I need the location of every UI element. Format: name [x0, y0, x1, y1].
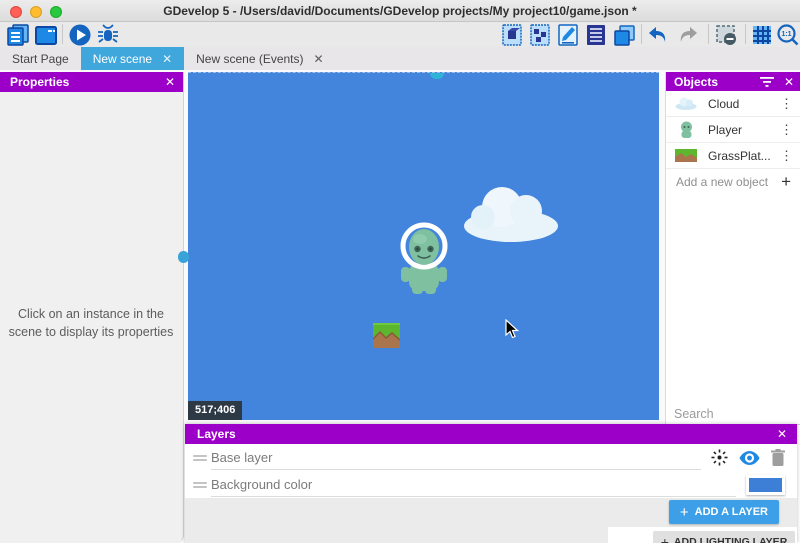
- add-layer-label: ADD A LAYER: [695, 506, 768, 518]
- plus-icon: +: [680, 504, 689, 521]
- layers-panel: Layers ✕ Base layer: [185, 424, 797, 543]
- instances-list-icon[interactable]: [584, 23, 608, 47]
- zoom-1-1-icon[interactable]: 1:1: [776, 23, 800, 47]
- tab-new-scene[interactable]: New scene ✕: [81, 47, 184, 70]
- layer-visibility-eye-icon[interactable]: [739, 450, 760, 466]
- svg-text:1:1: 1:1: [781, 31, 791, 38]
- lighting-layer-band: + ADD LIGHTING LAYER: [608, 527, 797, 543]
- redo-icon[interactable]: [676, 23, 700, 47]
- tab-close-icon[interactable]: ✕: [314, 52, 324, 66]
- layers-editor-icon[interactable]: [612, 23, 636, 47]
- object-groups-editor-icon[interactable]: [528, 23, 552, 47]
- minimize-window-button[interactable]: [30, 6, 42, 18]
- object-row-player[interactable]: Player ⋮: [666, 117, 800, 143]
- add-layer-button[interactable]: + ADD A LAYER: [669, 500, 779, 524]
- grid-icon[interactable]: [750, 23, 774, 47]
- toolbar-divider: [62, 24, 63, 44]
- filter-icon[interactable]: [760, 76, 774, 88]
- layer-row-background-color[interactable]: Background color: [185, 471, 797, 498]
- layer-row-base[interactable]: Base layer: [185, 444, 797, 471]
- object-menu-icon[interactable]: ⋮: [773, 96, 800, 112]
- add-lighting-layer-button[interactable]: + ADD LIGHTING LAYER: [653, 531, 795, 543]
- tab-new-scene-events[interactable]: New scene (Events) ✕: [184, 47, 335, 70]
- window-title: GDevelop 5 - /Users/david/Documents/GDev…: [0, 4, 800, 18]
- object-name: Player: [708, 123, 773, 137]
- background-color-swatch[interactable]: [746, 475, 785, 495]
- tab-start-page[interactable]: Start Page: [0, 47, 81, 70]
- plus-icon: +: [661, 534, 669, 543]
- layer-delete-trash-icon[interactable]: [771, 449, 785, 466]
- properties-panel-title: Properties: [10, 75, 69, 89]
- properties-panel: Properties ✕ Click on an instance in the…: [0, 72, 184, 543]
- main-toolbar: 1:1: [0, 22, 800, 47]
- objects-search-input[interactable]: [666, 407, 800, 421]
- project-manager-icon[interactable]: [6, 23, 30, 47]
- debugger-bug-icon[interactable]: [96, 23, 120, 47]
- tab-close-icon[interactable]: ✕: [162, 52, 172, 66]
- add-object-label: Add a new object: [676, 175, 772, 189]
- tab-label: New scene: [93, 52, 152, 66]
- objects-search-row: [666, 404, 800, 425]
- close-icon[interactable]: ✕: [784, 75, 794, 89]
- layer-effects-icon[interactable]: [711, 449, 728, 466]
- cloud-instance[interactable]: [462, 183, 560, 243]
- title-bar: GDevelop 5 - /Users/david/Documents/GDev…: [0, 0, 800, 22]
- drag-handle-icon[interactable]: [193, 453, 207, 463]
- close-window-button[interactable]: [10, 6, 22, 18]
- properties-empty-message: Click on an instance in the scene to dis…: [4, 305, 178, 341]
- drag-handle-icon[interactable]: [193, 480, 207, 490]
- layer-name-field[interactable]: Background color: [211, 473, 736, 497]
- add-new-object-button[interactable]: Add a new object +: [666, 169, 800, 195]
- cursor-coordinates-badge: 517;406: [188, 401, 242, 420]
- objects-panel-title: Objects: [674, 75, 718, 89]
- close-icon[interactable]: ✕: [777, 427, 787, 441]
- object-row-cloud[interactable]: Cloud ⋮: [666, 91, 800, 117]
- traffic-lights: [10, 6, 62, 18]
- toolbar-divider: [641, 24, 642, 44]
- fullscreen-window-button[interactable]: [50, 6, 62, 18]
- object-row-grassplatform[interactable]: GrassPlat... ⋮: [666, 143, 800, 169]
- tab-bar: Start Page New scene ✕ New scene (Events…: [0, 47, 800, 70]
- object-menu-icon[interactable]: ⋮: [773, 148, 800, 164]
- objects-editor-icon[interactable]: [500, 23, 524, 47]
- cloud-thumbnail-icon: [674, 97, 698, 110]
- undo-icon[interactable]: [646, 23, 670, 47]
- grass-platform-instance[interactable]: [373, 323, 400, 348]
- grass-platform-thumbnail-icon: [674, 149, 698, 162]
- player-instance[interactable]: [398, 219, 450, 299]
- play-preview-icon[interactable]: [68, 23, 92, 47]
- object-menu-icon[interactable]: ⋮: [773, 122, 800, 138]
- layers-panel-title: Layers: [197, 427, 236, 441]
- object-name: Cloud: [708, 97, 773, 111]
- add-lighting-layer-label: ADD LIGHTING LAYER: [674, 536, 787, 543]
- tab-label: New scene (Events): [196, 52, 303, 66]
- close-icon[interactable]: ✕: [165, 75, 175, 89]
- plus-icon: +: [772, 172, 800, 192]
- object-name: GrassPlat...: [708, 149, 773, 163]
- preview-window-icon[interactable]: [34, 23, 58, 47]
- toolbar-divider: [745, 24, 746, 44]
- panel-resize-handle[interactable]: [178, 251, 189, 263]
- tab-label: Start Page: [12, 52, 69, 66]
- canvas-scroll-grip[interactable]: [430, 73, 444, 79]
- player-thumbnail-icon: [674, 121, 698, 139]
- scene-canvas[interactable]: 517;406: [188, 72, 659, 420]
- layer-name-field[interactable]: Base layer: [211, 446, 701, 470]
- toolbar-divider: [708, 24, 709, 44]
- scene-properties-icon[interactable]: [556, 23, 580, 47]
- mouse-cursor: [505, 319, 519, 339]
- window-mask-icon[interactable]: [714, 23, 738, 47]
